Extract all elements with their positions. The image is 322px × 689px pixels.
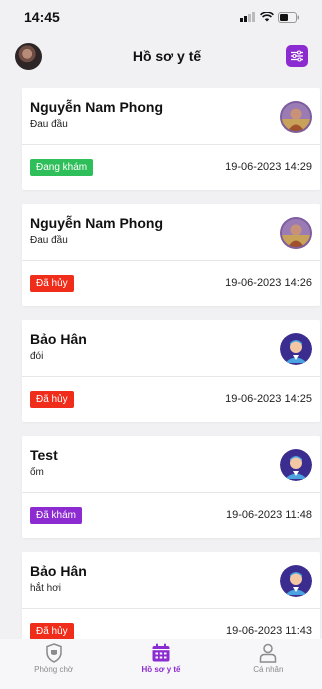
record-card[interactable]: Bảo Hân đói Đã hủy 19-06-2023 14:25 <box>22 320 320 422</box>
status-badge: Đã khám <box>30 506 83 524</box>
patient-name: Nguyễn Nam Phong <box>30 215 164 231</box>
status-time: 14:45 <box>24 9 60 25</box>
patient-avatar <box>280 449 312 481</box>
symptom: Đau đầu <box>30 119 68 130</box>
cellular-signal-icon <box>240 12 255 22</box>
record-card-footer: Đã hủy 19-06-2023 14:25 <box>22 377 320 421</box>
record-card-header: Nguyễn Nam Phong Đau đầu <box>22 204 320 261</box>
symptom: ốm <box>30 467 44 478</box>
tab-waiting-room[interactable]: Phòng chờ <box>9 643 99 674</box>
record-card[interactable]: Nguyễn Nam Phong Đau đầu Đang khám 19-06… <box>22 88 320 190</box>
tab-personal[interactable]: Cá nhân <box>223 643 313 674</box>
patient-name: Bảo Hân <box>30 331 87 347</box>
record-card-footer: Đã khám 19-06-2023 11:48 <box>22 493 320 537</box>
shield-icon <box>45 643 62 663</box>
record-card-footer: Đã hủy 19-06-2023 14:26 <box>22 261 320 305</box>
tab-bar: Phòng chờ Hồ sơ y tế Cá nhân <box>0 639 322 689</box>
header: Hồ sơ y tế <box>0 34 322 78</box>
status-badge: Đã hủy <box>30 274 74 292</box>
record-datetime: 19-06-2023 11:48 <box>225 509 312 521</box>
record-card[interactable]: Nguyễn Nam Phong Đau đầu Đã hủy 19-06-20… <box>22 204 320 306</box>
patient-name: Test <box>30 447 58 463</box>
record-datetime: 19-06-2023 11:43 <box>225 625 312 637</box>
status-badge: Đang khám <box>30 158 94 176</box>
doctor-avatar-icon <box>280 565 312 597</box>
status-badge: Đã hủy <box>30 622 74 640</box>
tab-medical-records[interactable]: Hồ sơ y tế <box>116 643 206 674</box>
status-bar: 14:45 <box>0 0 322 34</box>
user-avatar[interactable] <box>15 42 42 70</box>
person-icon <box>260 643 277 663</box>
patient-avatar <box>280 565 312 597</box>
wifi-icon <box>260 12 274 22</box>
record-datetime: 19-06-2023 14:26 <box>225 277 312 289</box>
tab-label: Phòng chờ <box>34 665 74 674</box>
doctor-avatar-icon <box>280 333 312 365</box>
calendar-icon <box>152 643 170 662</box>
tab-label: Cá nhân <box>253 665 284 674</box>
filter-button[interactable] <box>286 45 308 67</box>
doctor-avatar-icon <box>280 449 312 481</box>
page-title: Hồ sơ y tế <box>132 48 202 64</box>
record-card-header: Bảo Hân hắt hơi <box>22 552 320 609</box>
sliders-icon <box>291 50 303 62</box>
patient-photo-icon <box>280 217 312 249</box>
patient-name: Nguyễn Nam Phong <box>30 99 164 115</box>
record-datetime: 19-06-2023 14:25 <box>225 393 312 405</box>
record-card-header: Bảo Hân đói <box>22 320 320 377</box>
battery-icon <box>278 11 299 23</box>
patient-avatar <box>280 217 312 249</box>
records-list: Nguyễn Nam Phong Đau đầu Đang khám 19-06… <box>0 78 322 654</box>
patient-avatar <box>280 101 312 133</box>
record-card-footer: Đang khám 19-06-2023 14:29 <box>22 145 320 189</box>
patient-avatar <box>280 333 312 365</box>
record-card[interactable]: Test ốm Đã khám 19-06-2023 11:48 <box>22 436 320 538</box>
tab-label: Hồ sơ y tế <box>141 665 181 674</box>
patient-name: Bảo Hân <box>30 563 87 579</box>
symptom: đói <box>30 351 44 362</box>
record-card-header: Test ốm <box>22 436 320 493</box>
status-badge: Đã hủy <box>30 390 74 408</box>
symptom: Đau đầu <box>30 235 68 246</box>
status-icons <box>240 11 300 23</box>
record-card-header: Nguyễn Nam Phong Đau đầu <box>22 88 320 145</box>
patient-photo-icon <box>280 101 312 133</box>
record-datetime: 19-06-2023 14:29 <box>225 161 312 173</box>
symptom: hắt hơi <box>30 583 62 594</box>
